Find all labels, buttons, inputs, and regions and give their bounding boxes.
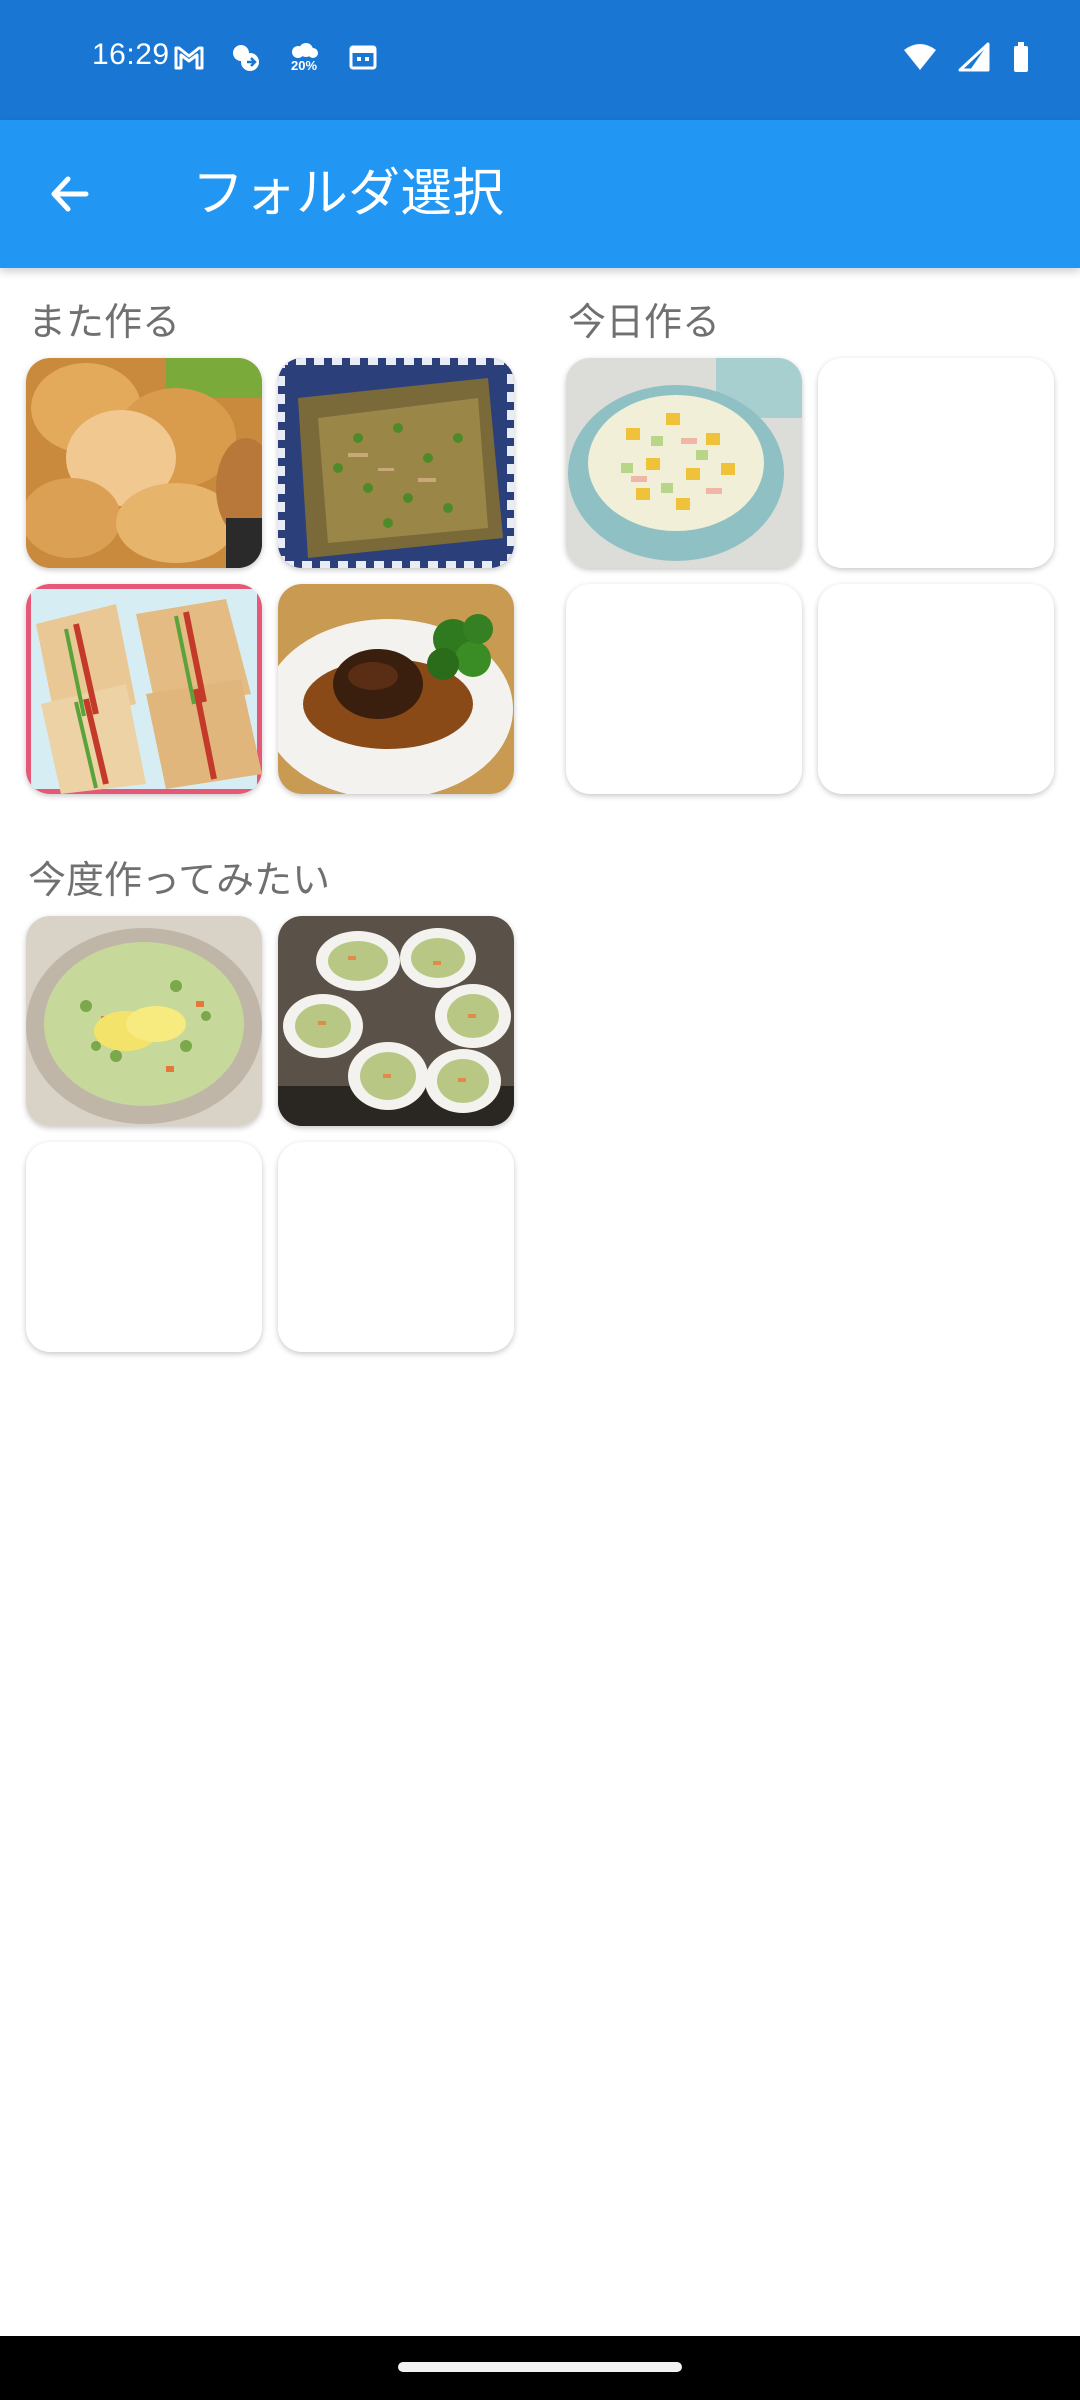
battery-icon — [1010, 40, 1032, 74]
wifi-icon — [902, 40, 938, 74]
fried-chicken-photo — [26, 358, 262, 568]
empty-tile — [26, 1142, 262, 1352]
weather-percent-text: 20% — [290, 58, 318, 73]
arrow-back-icon — [46, 170, 94, 222]
folder-mata-tsukuru[interactable]: また作る — [26, 294, 516, 794]
corn-salad-photo — [566, 358, 802, 568]
folder-title: また作る — [28, 300, 181, 344]
folder-kondo-tsukutte-mitai[interactable]: 今度作ってみたい — [26, 852, 516, 1352]
app-bar: フォルダ選択 — [0, 120, 1080, 268]
folder-kyou-tsukuru[interactable]: 今日作る — [566, 294, 1056, 794]
empty-tile — [278, 1142, 514, 1352]
green-soup-photo — [26, 916, 262, 1126]
empty-tile — [566, 584, 802, 794]
weather-sun-cloud-icon — [228, 40, 262, 74]
weather-percent-icon: 20% — [284, 40, 324, 74]
coleslaw-cups-photo — [278, 916, 514, 1126]
hamburg-steak-photo — [278, 584, 514, 794]
empty-tile — [818, 584, 1054, 794]
grilled-eggplant-photo — [278, 358, 514, 568]
empty-tile — [818, 358, 1054, 568]
folder-title: 今日作る — [568, 300, 721, 344]
status-bar: 16:29 20% — [0, 0, 1080, 120]
gmail-icon — [172, 40, 206, 74]
folder-thumbnail-grid — [566, 358, 1056, 794]
folder-title: 今度作ってみたい — [28, 858, 331, 902]
navigation-bar — [0, 2336, 1080, 2400]
home-gesture-handle[interactable] — [398, 2362, 682, 2372]
system-icons — [902, 40, 1032, 74]
folder-thumbnail-grid — [26, 358, 516, 794]
calendar-icon — [346, 40, 380, 74]
folder-thumbnail-grid — [26, 916, 516, 1352]
back-button[interactable] — [30, 156, 110, 236]
page-title: フォルダ選択 — [192, 164, 505, 224]
cellular-signal-icon — [958, 40, 990, 74]
sandwich-photo — [26, 584, 262, 794]
notification-icons: 20% — [172, 40, 380, 74]
status-time: 16:29 — [92, 38, 170, 71]
